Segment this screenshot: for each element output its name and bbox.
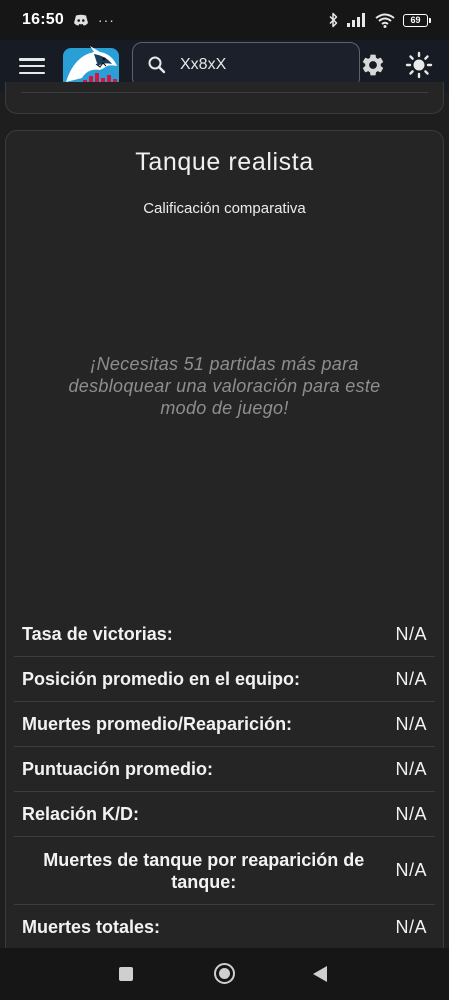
divider: [21, 92, 428, 93]
previous-card: [5, 82, 444, 114]
card-subtitle: Calificación comparativa: [143, 200, 306, 217]
battery-icon: 69: [403, 13, 431, 27]
stat-value: N/A: [395, 623, 427, 644]
stat-value: N/A: [395, 917, 427, 937]
stat-label: Muertes promedio/Reaparición:: [22, 713, 293, 734]
stat-value: N/A: [395, 713, 427, 734]
stat-value: N/A: [395, 860, 427, 880]
stat-label: Muertes de tanque por reaparición de tan…: [43, 849, 365, 892]
card-title: Tanque realista: [135, 148, 314, 176]
stat-row-tank-kills-per-spawn: Muertes de tanque por reaparición de tan…: [14, 837, 435, 905]
stat-value: N/A: [395, 803, 427, 824]
game-mode-card: Tanque realista Calificación comparativa…: [5, 130, 444, 960]
home-button[interactable]: [214, 963, 235, 984]
stat-label: Muertes totales:: [22, 917, 161, 937]
unlock-rating-note: ¡Necesitas 51 partidas más para desbloqu…: [68, 354, 381, 418]
recents-button[interactable]: [119, 967, 133, 981]
status-time: 16:50: [22, 11, 64, 28]
status-more-dots: ···: [97, 12, 115, 28]
sun-icon[interactable]: [405, 51, 433, 79]
navigation-bar: [0, 948, 449, 1000]
stat-label: Relación K/D:: [22, 803, 140, 824]
stat-label: Tasa de victorias:: [22, 623, 173, 644]
wifi-icon: [375, 13, 395, 28]
stat-value: N/A: [395, 668, 427, 689]
stat-row-win-rate: Tasa de victorias: N/A: [14, 612, 435, 657]
stat-row-kd-ratio: Relación K/D: N/A: [14, 792, 435, 837]
search-icon: [148, 56, 166, 74]
search-input[interactable]: [180, 56, 340, 74]
stat-label: Posición promedio en el equipo:: [22, 668, 301, 689]
status-bar: 16:50 ··· 69: [0, 0, 449, 40]
back-button[interactable]: [313, 966, 327, 982]
stat-row-total-kills: Muertes totales: N/A: [14, 905, 435, 950]
bluetooth-icon: [329, 12, 338, 28]
gear-icon[interactable]: [360, 52, 386, 78]
stat-value: N/A: [395, 758, 427, 779]
battery-level: 69: [403, 13, 428, 27]
stat-row-avg-team-position: Posición promedio en el equipo: N/A: [14, 657, 435, 702]
signal-icon: [347, 13, 365, 27]
menu-icon[interactable]: [19, 55, 45, 77]
stat-label: Puntuación promedio:: [22, 758, 213, 779]
stat-row-avg-kills-per-spawn: Muertes promedio/Reaparición: N/A: [14, 702, 435, 747]
stats-list: Tasa de victorias: N/A Posición promedio…: [14, 612, 435, 950]
stat-row-avg-score: Puntuación promedio: N/A: [14, 747, 435, 792]
discord-icon: [73, 14, 88, 25]
